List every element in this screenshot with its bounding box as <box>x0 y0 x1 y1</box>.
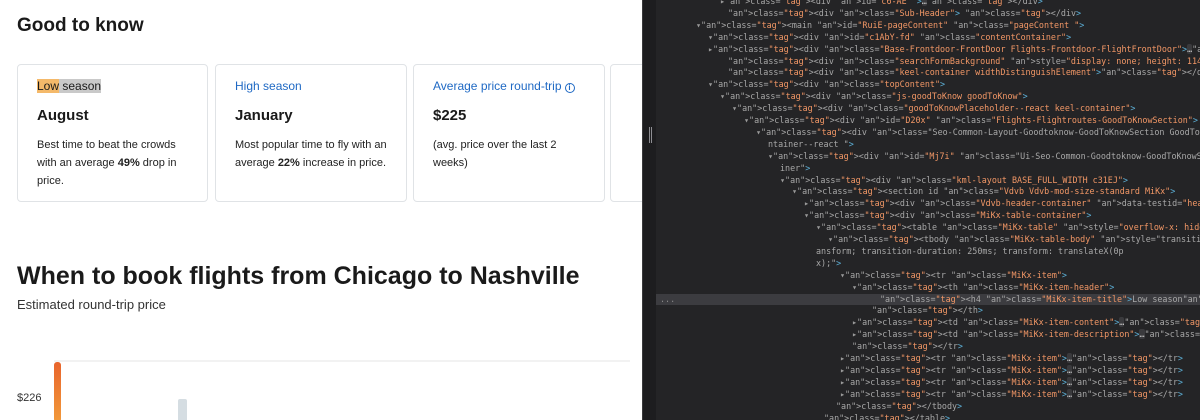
dom-node-line[interactable]: ▾"an">class="tag"><div "an">class="kml-l… <box>656 175 1200 186</box>
dom-node-line[interactable]: ▸"an">class="tag"><tr "an">class="MiKx-i… <box>656 353 1200 364</box>
next-card-partial[interactable] <box>610 64 642 202</box>
average-price-value: $225 <box>433 107 467 124</box>
low-season-month: August <box>37 107 89 124</box>
highlight-low: Low <box>37 79 60 93</box>
dom-node-line[interactable]: ▾"an">class="tag"><div "an">class="goodT… <box>656 103 1200 114</box>
dom-node-line[interactable]: "an">class="tag"></th> <box>656 305 1200 316</box>
dom-node-line[interactable]: "an">class="tag"></tbody> <box>656 401 1200 412</box>
dom-node-line[interactable]: ▾"an">class="tag"><div "an">class="js-go… <box>656 91 1200 102</box>
dom-node-line[interactable]: ▾"an">class="tag"><table "an">class="MiK… <box>656 222 1200 233</box>
low-season-card[interactable]: Low season August Best time to beat the … <box>17 64 208 202</box>
dom-node-line[interactable]: ▾"an">class="tag"><div "an">class="Seo-C… <box>656 127 1200 138</box>
chart-y-tick: $226 <box>17 392 42 404</box>
average-price-card[interactable]: Average price round-trip i $225 (avg. pri… <box>413 64 605 202</box>
dom-node-line[interactable]: ▸"an">class="tag"><td "an">class="MiKx-i… <box>656 317 1200 328</box>
dom-node-line[interactable]: "an">class="tag"><div "an">class="Sub-He… <box>656 8 1200 19</box>
good-to-know-heading: Good to know <box>17 15 144 36</box>
estimated-price-subtitle: Estimated round-trip price <box>17 297 166 312</box>
dom-node-line[interactable]: ▾"an">class="tag"><div "an">class="topCo… <box>656 79 1200 90</box>
when-to-book-heading: When to book flights from Chicago to Nas… <box>17 262 580 290</box>
dom-node-line[interactable]: iner"> <box>656 163 1200 174</box>
price-chart: $226 <box>0 340 642 420</box>
dom-node-line[interactable]: ▾"an">class="tag"><div "an">id="D20x" "a… <box>656 115 1200 126</box>
devtools-elements-panel: ▸"an">class="tag"><div "an">id="c6-AE" >… <box>656 0 1200 420</box>
dom-node-line[interactable]: ▸"an">class="tag"><div "an">class="Base-… <box>656 43 1200 55</box>
dom-node-line[interactable]: ▾"an">class="tag"><th "an">class="MiKx-i… <box>656 282 1200 293</box>
dom-node-line[interactable]: ▾"an">class="tag"><div "an">id="c1AbY-fd… <box>656 32 1200 43</box>
dom-node-line[interactable]: "an">class="tag"></tr> <box>656 341 1200 352</box>
dom-node-line[interactable]: ▾"an">class="tag"><main "an">id="RuiE-pa… <box>656 20 1200 31</box>
high-season-label[interactable]: High season <box>235 79 302 93</box>
average-price-label[interactable]: Average price round-trip i <box>433 79 575 93</box>
chart-bar-grey[interactable] <box>178 399 187 420</box>
dom-node-line[interactable]: "an">class="tag"><div "an">class="search… <box>656 56 1200 67</box>
low-season-description: Best time to beat the crowds with an ave… <box>37 139 177 187</box>
dom-node-line[interactable]: ▾"an">class="tag"><div "an">id="Mj7i" "a… <box>656 151 1200 162</box>
average-price-description: (avg. price over the last 2 weeks) <box>433 139 557 169</box>
dom-node-line[interactable]: ▸"an">class="tag"><tr "an">class="MiKx-i… <box>656 388 1200 400</box>
page-viewport: Good to know Low season August Best time… <box>0 0 642 420</box>
dom-node-line[interactable]: ▾"an">class="tag"><tbody "an">class="MiK… <box>656 234 1200 245</box>
high-season-card[interactable]: High season January Most popular time to… <box>215 64 407 202</box>
dom-node-line[interactable]: ▾"an">class="tag"><div "an">class="MiKx-… <box>656 210 1200 221</box>
price-chart-svg <box>54 360 630 420</box>
high-season-month: January <box>235 107 293 124</box>
splitter-grip-icon[interactable] <box>649 127 652 143</box>
dom-node-line[interactable]: ▸"an">class="tag"><div "an">id="c6-AE" >… <box>656 0 1200 7</box>
chart-bar-orange[interactable] <box>54 362 61 420</box>
dom-node-line[interactable]: "an">class="tag"></table> <box>656 413 1200 420</box>
highlight-season: season <box>59 79 102 93</box>
dom-node-line[interactable]: ▸"an">class="tag"><td "an">class="MiKx-i… <box>656 329 1200 340</box>
dom-node-line[interactable]: ▸"an">class="tag"><tr "an">class="MiKx-i… <box>656 376 1200 388</box>
dom-node-line[interactable]: ▸"an">class="tag"><tr "an">class="MiKx-i… <box>656 364 1200 376</box>
more-options-dots-icon[interactable]: ... <box>660 294 675 305</box>
dom-node-line[interactable]: x);"> <box>656 258 1200 269</box>
dom-node-selected[interactable]: "an">class="tag"><h4 "an">class="MiKx-it… <box>656 293 1200 305</box>
high-season-description: Most popular time to fly with an average… <box>235 139 387 169</box>
info-icon[interactable]: i <box>564 83 575 93</box>
dom-node-line[interactable]: ▾"an">class="tag"><tr "an">class="MiKx-i… <box>656 270 1200 281</box>
dom-node-line[interactable]: ▾"an">class="tag"><section id "an">class… <box>656 186 1200 197</box>
dom-node-line[interactable]: ansform; transition-duration: 250ms; tra… <box>656 246 1200 257</box>
dom-node-line[interactable]: ntainer--react "> <box>656 139 1200 150</box>
dom-node-line[interactable]: "an">class="tag"><div "an">class="keel-c… <box>656 67 1200 78</box>
dom-node-line[interactable]: ▸"an">class="tag"><div "an">class="Vdvb-… <box>656 198 1200 209</box>
pane-splitter[interactable] <box>642 0 656 420</box>
low-season-label: Low season <box>37 79 102 93</box>
